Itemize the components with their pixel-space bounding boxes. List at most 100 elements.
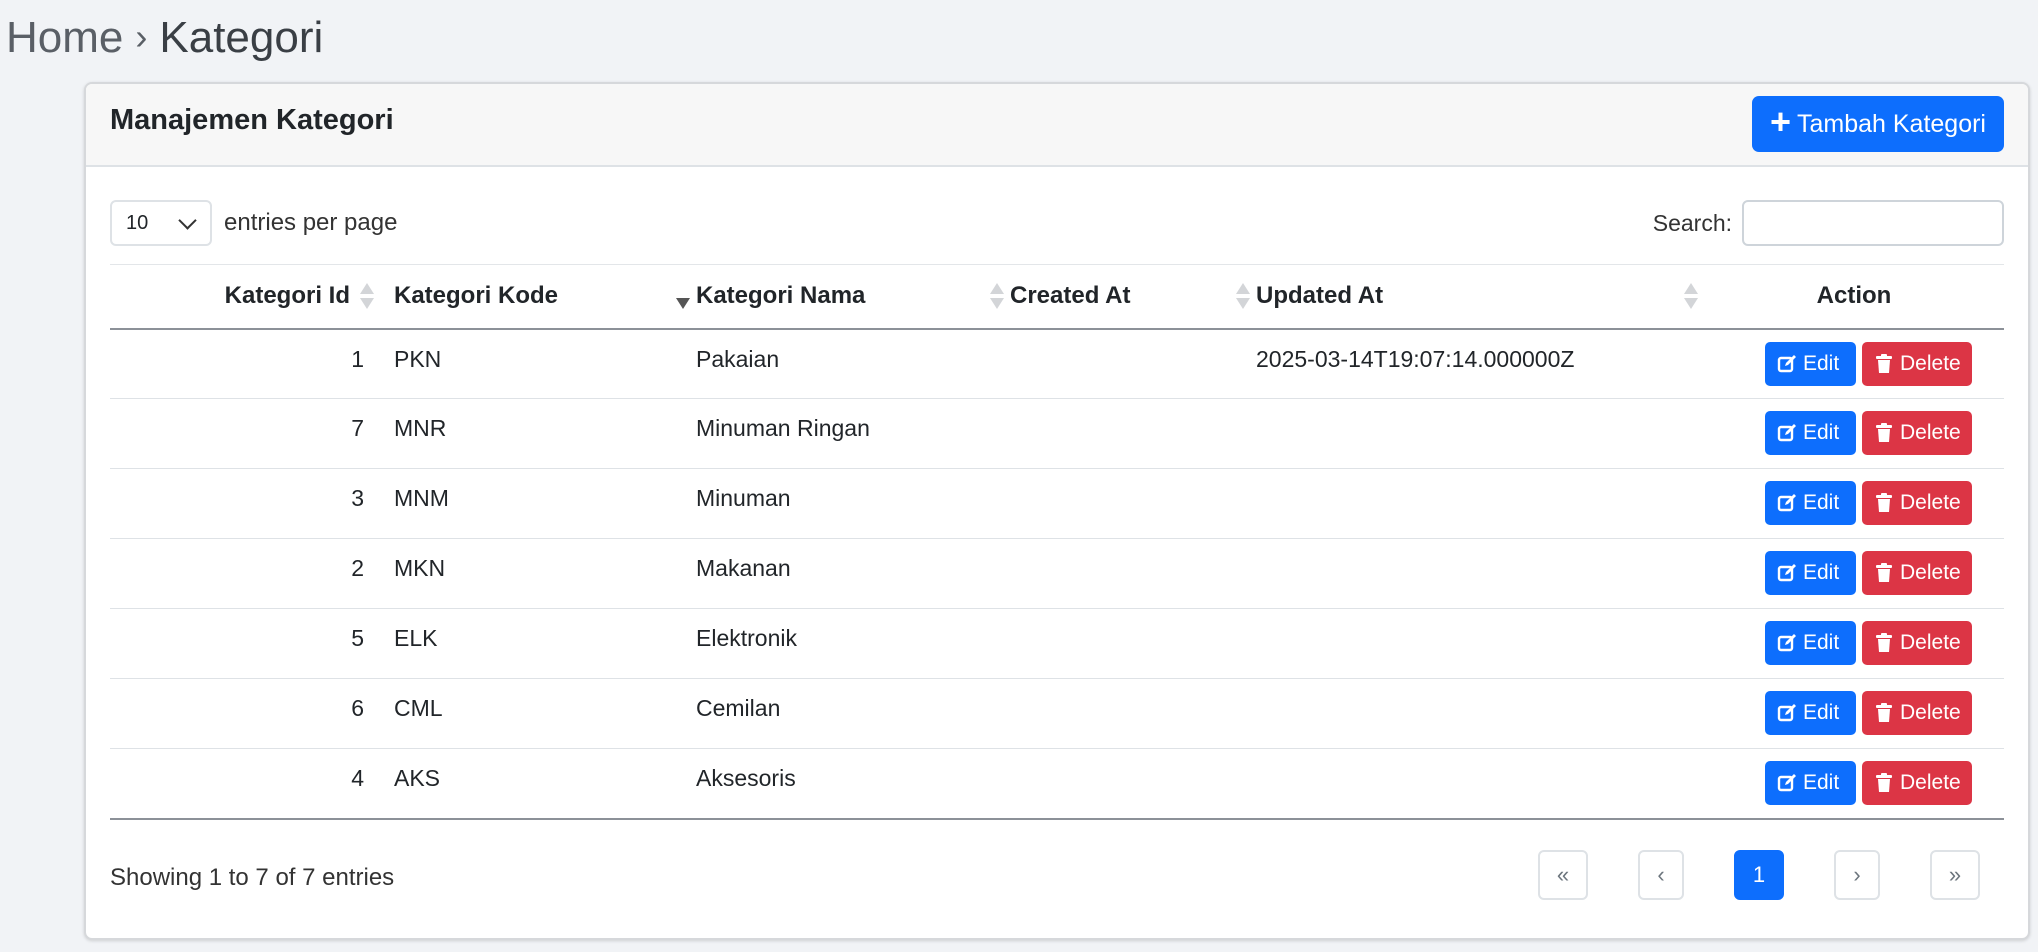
delete-button[interactable]: Delete <box>1862 551 1972 595</box>
entries-control: 10 entries per page <box>110 200 397 246</box>
delete-button[interactable]: Delete <box>1862 481 1972 525</box>
edit-icon <box>1777 563 1797 583</box>
table-info: Showing 1 to 7 of 7 entries <box>110 864 395 891</box>
delete-label: Delete <box>1900 421 1961 444</box>
edit-button[interactable]: Edit <box>1765 481 1856 525</box>
column-header-updated-label: Updated At <box>1256 282 1384 310</box>
edit-icon <box>1777 633 1797 653</box>
cell-kode: ELK <box>394 625 438 651</box>
kategori-card: Manajemen Kategori + Tambah Kategori 10 … <box>84 82 2030 940</box>
cell-nama: Cemilan <box>696 695 781 721</box>
delete-label: Delete <box>1900 351 1961 375</box>
page-title: Manajemen Kategori <box>110 104 394 136</box>
search-control: Search: <box>1653 200 2004 246</box>
cell-kode: MKN <box>394 555 446 581</box>
trash-icon <box>1874 493 1894 513</box>
table-header-row: Kategori Id Kategori Kode Kategori Nama … <box>110 264 2004 329</box>
cell-kode: MNM <box>394 485 449 511</box>
trash-icon <box>1874 423 1894 443</box>
edit-button[interactable]: Edit <box>1765 691 1856 735</box>
trash-icon <box>1874 563 1894 583</box>
cell-kode: MNR <box>394 415 447 441</box>
edit-button[interactable]: Edit <box>1765 551 1856 595</box>
cell-updated <box>1256 469 1704 539</box>
delete-button[interactable]: Delete <box>1862 761 1972 805</box>
plus-icon: + <box>1769 101 1791 142</box>
table-row: 5 ELK Elektronik Edit Delete <box>110 609 2004 679</box>
cell-nama: Minuman Ringan <box>696 415 870 441</box>
cell-action: Edit Delete <box>1704 399 2004 469</box>
cell-created <box>1010 609 1256 679</box>
cell-id: 7 <box>351 415 364 441</box>
edit-icon <box>1777 423 1797 443</box>
cell-action: Edit Delete <box>1704 609 2004 679</box>
table-row: 4 AKS Aksesoris Edit Delete <box>110 749 2004 819</box>
search-label: Search: <box>1652 209 1732 236</box>
column-header-kode[interactable]: Kategori Kode <box>390 265 696 329</box>
column-header-nama-label: Kategori Nama <box>696 282 866 310</box>
cell-action: Edit Delete <box>1704 329 2004 399</box>
delete-button[interactable]: Delete <box>1862 621 1972 665</box>
table-row: 2 MKN Makanan Edit Delete <box>110 539 2004 609</box>
cell-kode: PKN <box>394 345 442 372</box>
cell-updated <box>1256 749 1704 819</box>
cell-created <box>1010 539 1256 609</box>
cell-created <box>1010 749 1256 819</box>
column-header-action: Action <box>1816 282 1892 310</box>
edit-icon <box>1777 354 1797 374</box>
edit-button[interactable]: Edit <box>1765 411 1856 455</box>
kategori-table: Kategori Id Kategori Kode Kategori Nama … <box>110 264 2004 820</box>
edit-label: Edit <box>1803 561 1840 584</box>
cell-updated <box>1256 539 1704 609</box>
add-kategori-button[interactable]: + Tambah Kategori <box>1751 96 2004 152</box>
cell-updated: 2025-03-14T19:07:14.000000Z <box>1256 345 1575 372</box>
table-row: 6 CML Cemilan Edit Delete <box>110 679 2004 749</box>
edit-button[interactable]: Edit <box>1765 761 1856 805</box>
cell-nama: Aksesoris <box>696 765 796 791</box>
page-size-select[interactable]: 10 <box>110 200 212 246</box>
cell-updated <box>1256 399 1704 469</box>
cell-nama: Makanan <box>696 555 791 581</box>
add-kategori-label: Tambah Kategori <box>1796 109 1986 138</box>
sort-icon <box>360 283 374 310</box>
edit-icon <box>1777 773 1797 793</box>
cell-nama: Elektronik <box>696 625 797 651</box>
edit-button[interactable]: Edit <box>1765 621 1856 665</box>
trash-icon <box>1874 633 1894 653</box>
table-row: 1 PKN Pakaian 2025-03-14T19:07:14.000000Z Ed… <box>110 329 2004 399</box>
cell-id: 1 <box>351 345 364 372</box>
delete-label: Delete <box>1900 491 1961 514</box>
cell-action: Edit Delete <box>1704 679 2004 749</box>
trash-icon <box>1874 703 1894 723</box>
cell-updated <box>1256 609 1704 679</box>
edit-label: Edit <box>1803 631 1840 654</box>
cell-kode: CML <box>394 695 443 721</box>
cell-nama: Minuman <box>696 485 791 511</box>
table-row: 3 MNM Minuman Edit Delete <box>110 469 2004 539</box>
column-header-nama[interactable]: Kategori Nama <box>696 265 1010 329</box>
page-first-button[interactable]: « <box>1538 850 1588 900</box>
delete-button[interactable]: Delete <box>1862 411 1972 455</box>
cell-id: 4 <box>351 765 364 791</box>
cell-kode: AKS <box>394 765 441 791</box>
page-next-button[interactable]: › <box>1834 850 1880 900</box>
delete-button[interactable]: Delete <box>1862 691 1972 735</box>
breadcrumb-home[interactable]: Home <box>6 13 123 62</box>
delete-button[interactable]: Delete <box>1862 341 1972 386</box>
column-header-updated[interactable]: Updated At <box>1256 265 1704 329</box>
search-input[interactable] <box>1742 200 2004 246</box>
cell-id: 6 <box>351 695 364 721</box>
page-1-button[interactable]: 1 <box>1734 850 1784 900</box>
cell-id: 3 <box>351 485 364 511</box>
column-header-created[interactable]: Created At <box>1010 265 1256 329</box>
cell-created <box>1010 329 1256 399</box>
edit-label: Edit <box>1803 351 1840 375</box>
page-prev-button[interactable]: ‹ <box>1638 850 1684 900</box>
page-last-button[interactable]: » <box>1930 850 1980 900</box>
edit-label: Edit <box>1803 701 1840 724</box>
trash-icon <box>1874 353 1894 374</box>
edit-button[interactable]: Edit <box>1765 341 1856 386</box>
column-header-id[interactable]: Kategori Id <box>110 265 390 329</box>
page-size-value: 10 <box>126 211 149 234</box>
breadcrumb: Home › Kategori <box>6 12 323 66</box>
